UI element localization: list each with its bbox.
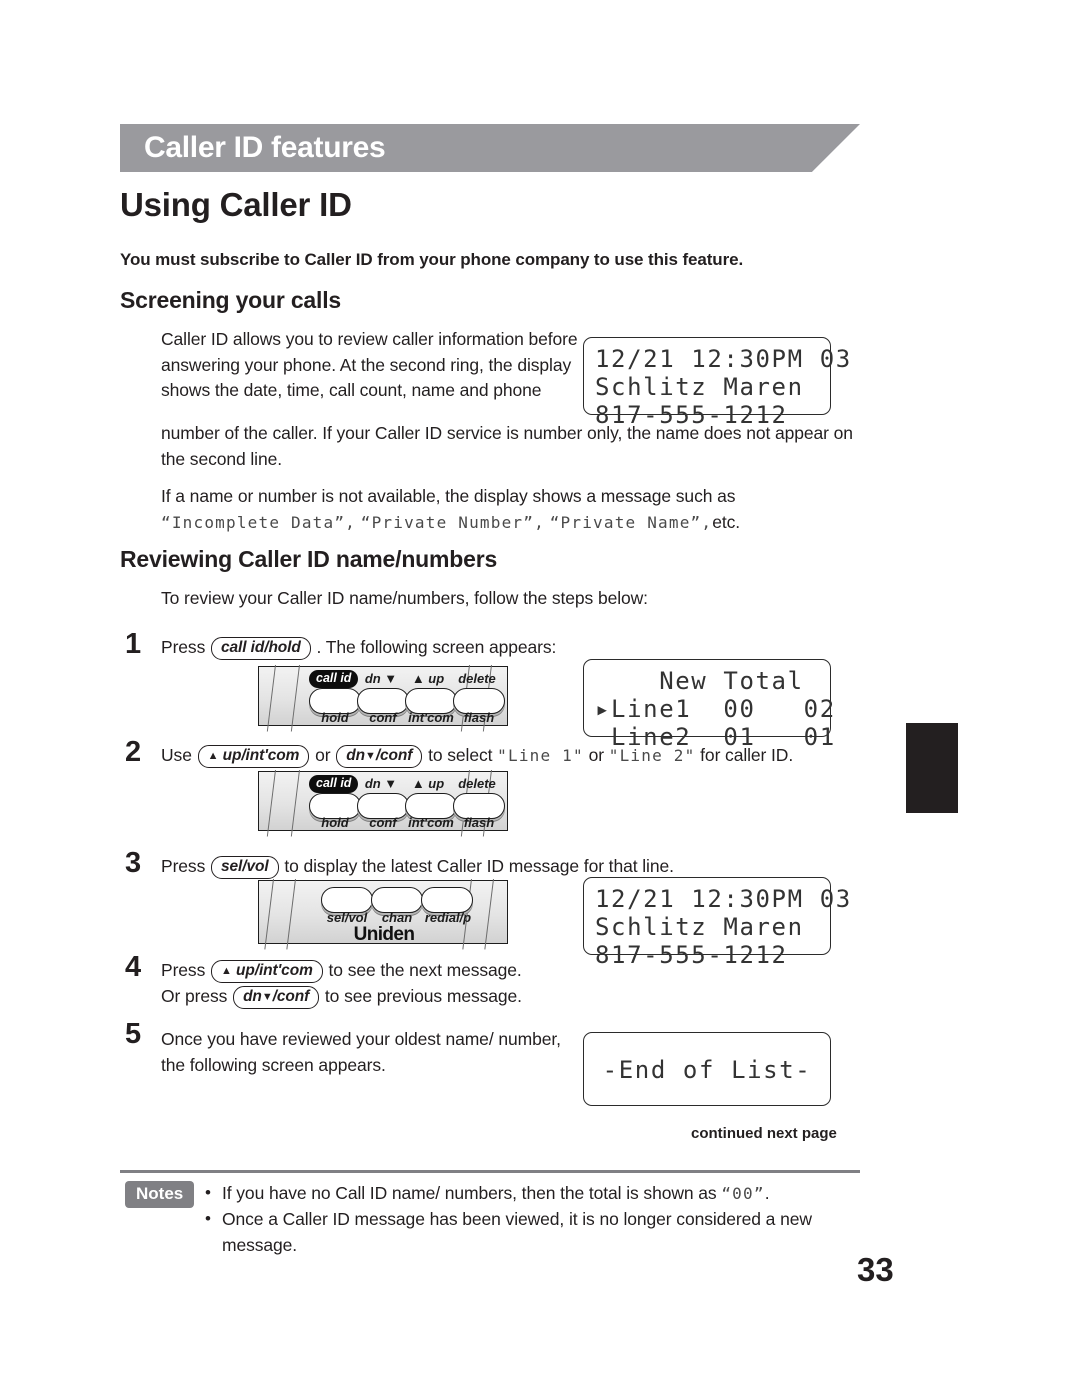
unavailable-example-1: “Incomplete Data”, [161, 512, 356, 532]
notes-badge: Notes [125, 1181, 195, 1208]
note-item-2: Once a Caller ID message has been viewed… [222, 1209, 812, 1255]
step1-pre: Press [161, 637, 206, 657]
keypad-divider [266, 664, 276, 732]
lcd-line-1: 12/21 12:30PM 03 [595, 885, 852, 913]
key-call-id-hold[interactable]: call id/hold [211, 637, 311, 660]
lcd-screen-caller-id-2: 12/21 12:30PM 03 Schlitz Maren 817-555-1… [583, 877, 852, 969]
lcd-line-2: Schlitz Maren [595, 913, 804, 941]
unavailable-example-2: “Private Number”, [360, 512, 545, 532]
key-top-label-dn: dn ▼ [364, 671, 398, 686]
step-number-2: 2 [125, 736, 142, 768]
note-item-1: If you have no Call ID name/ numbers, th… [222, 1181, 872, 1207]
note-bullet-icon: • [205, 1183, 211, 1202]
lcd-line-2: Schlitz Maren [595, 373, 804, 401]
keypad-divider [290, 664, 300, 732]
screening-paragraph-unavailable: If a name or number is not available, th… [161, 484, 861, 535]
notes-divider [120, 1170, 860, 1173]
step-number-5: 5 [125, 1018, 142, 1050]
key-up-intcom-label: up/int'com [222, 747, 300, 764]
step1-post: . The following screen appears: [316, 637, 557, 657]
chapter-banner: Caller ID features [120, 124, 860, 172]
note-1-text: If you have no Call ID name/ numbers, th… [222, 1183, 717, 1203]
key-up-intcom[interactable]: ▲ up/int'com [211, 960, 323, 983]
step-text-2: Use ▲ up/int'com or dn▼/conf to select "… [161, 742, 793, 769]
page-edge-tab [906, 723, 958, 813]
key-dn-conf-label: dn [243, 988, 262, 1005]
key-bottom-label-flash: flash [463, 815, 495, 830]
key-up-intcom[interactable]: ▲ up/int'com [197, 745, 310, 768]
step2-post: for caller ID. [700, 745, 794, 765]
key-bottom-label-redial: redial/p [424, 910, 472, 925]
step4-line1-post: to see the next message. [328, 960, 522, 980]
unavailable-lead: If a name or number is not available, th… [161, 486, 736, 506]
step2-lcd-line1: "Line 1" [497, 746, 584, 765]
key-up-intcom-label: up/int'com [236, 962, 313, 979]
note-1-post: . [764, 1183, 770, 1203]
keypad-illustration-3: sel/vol chan redial/p Uniden [258, 878, 508, 950]
key-dn-conf[interactable]: dn▼/conf [336, 745, 423, 768]
key-dn-conf-label-b: /conf [272, 988, 310, 1005]
keypad-illustration-1: call id dn ▼ ▲ up delete hold conf int'c… [258, 664, 508, 732]
keypad-divider [290, 769, 300, 837]
lcd-line-3: 817-555-1212 [595, 401, 788, 429]
lcd-screen-line-totals: New Total ▸Line1 00 02 Line2 01 01 [583, 659, 836, 751]
step-number-3: 3 [125, 847, 142, 879]
key-dn-conf-label: dn [346, 747, 366, 764]
section-heading-reviewing: Reviewing Caller ID name/numbers [120, 546, 498, 572]
step3-post: to display the latest Caller ID message … [284, 856, 674, 876]
keypad-illustration-2: call id dn ▼ ▲ up delete hold conf int'c… [258, 769, 508, 837]
brand-logo-uniden: Uniden [353, 924, 415, 945]
call-id-pill-label: call id [309, 670, 359, 688]
step2-mid-1: or [315, 745, 331, 765]
manual-page: Caller ID features Using Caller ID You m… [0, 0, 1080, 1386]
step4-line2-pre: Or press [161, 986, 228, 1006]
note-1-lcd: “00” [721, 1184, 765, 1203]
lcd-line-1: New Total [595, 667, 804, 695]
screening-paragraph-narrow: Caller ID allows you to review caller in… [161, 329, 578, 400]
lcd-line-2: ▸Line1 00 02 [595, 695, 836, 723]
key-top-label-delete: delete [458, 671, 496, 686]
continued-next-page: continued next page [691, 1125, 837, 1142]
key-dn-conf-label-b: /conf [375, 747, 413, 764]
key-top-label-dn: dn ▼ [364, 776, 398, 791]
step-number-1: 1 [125, 628, 142, 660]
step-text-3: Press sel/vol to display the latest Call… [161, 853, 674, 879]
key-bottom-label-sel-vol: sel/vol [326, 910, 368, 925]
step2-lcd-line2: "Line 2" [608, 746, 696, 765]
step-number-4: 4 [125, 951, 142, 983]
lcd-screen-end-of-list: -End of List- [583, 1032, 831, 1106]
keypad-divider [266, 769, 276, 837]
lcd-screen-caller-id: 12/21 12:30PM 03 Schlitz Maren 817-555-1… [583, 337, 852, 429]
key-top-label-delete: delete [458, 776, 496, 791]
lcd-line-1: 12/21 12:30PM 03 [595, 345, 852, 373]
reviewing-intro: To review your Caller ID name/numbers, f… [161, 588, 648, 608]
step4-line2-post: to see previous message. [324, 986, 522, 1006]
step2-mid-3: or [588, 745, 604, 765]
step4-line1-pre: Press [161, 960, 206, 980]
chapter-title: Caller ID features [144, 131, 386, 164]
lcd-line-3: 817-555-1212 [595, 941, 788, 969]
step-text-4: Press ▲ up/int'com to see the next messa… [161, 957, 522, 1009]
step-text-5: Once you have reviewed your oldest name/… [161, 1029, 561, 1075]
section-heading-screening: Screening your calls [120, 287, 341, 313]
call-id-pill-label: call id [309, 775, 359, 793]
note-bullet-icon: • [205, 1209, 211, 1228]
page-number: 33 [857, 1251, 894, 1288]
lcd-line-1: -End of List- [602, 1056, 812, 1084]
key-top-label-up: ▲ up [411, 776, 445, 791]
page-title: Using Caller ID [120, 186, 352, 223]
unavailable-example-3: “Private Name”, [549, 512, 713, 532]
step2-pre: Use [161, 745, 192, 765]
key-top-label-up: ▲ up [411, 671, 445, 686]
key-bottom-label-flash: flash [463, 710, 495, 725]
step3-pre: Press [161, 856, 206, 876]
key-dn-conf[interactable]: dn▼/conf [233, 986, 320, 1009]
step2-mid-2: to select [428, 745, 493, 765]
subscribe-note: You must subscribe to Caller ID from you… [120, 250, 744, 269]
key-sel-vol[interactable]: sel/vol [211, 856, 279, 879]
step-text-1: Press call id/hold . The following scree… [161, 634, 556, 660]
unavailable-tail: etc. [712, 511, 741, 532]
